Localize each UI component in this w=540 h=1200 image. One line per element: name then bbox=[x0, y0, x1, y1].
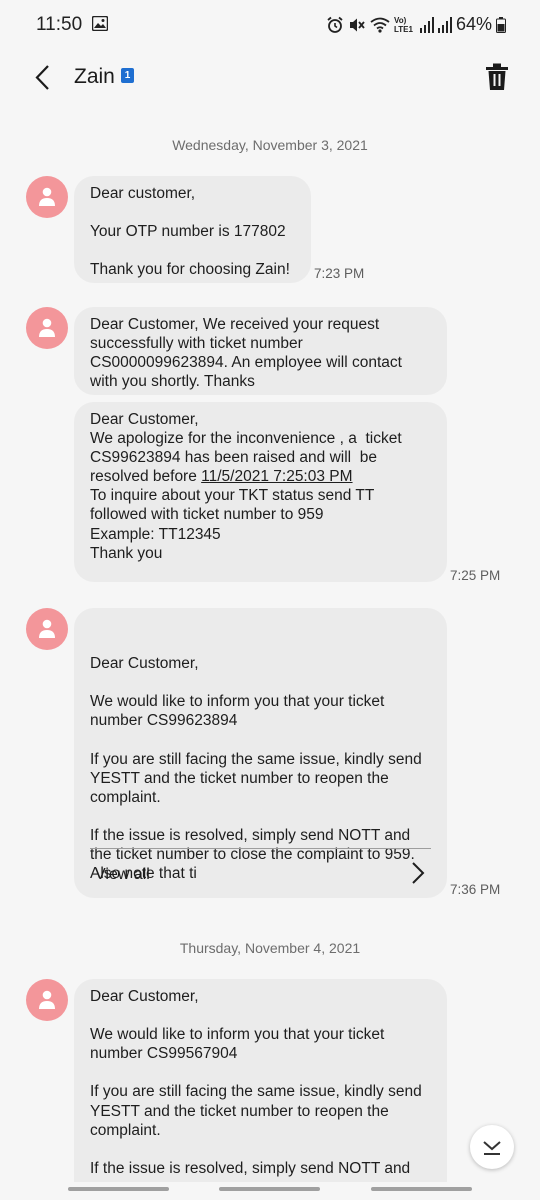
person-icon bbox=[39, 318, 55, 337]
avatar[interactable] bbox=[26, 176, 68, 218]
back-arrow-icon bbox=[35, 65, 49, 90]
message-bubble[interactable]: Dear Customer, We would like to inform y… bbox=[74, 979, 447, 1182]
person-icon bbox=[39, 619, 55, 638]
signal-icon bbox=[419, 16, 434, 33]
nav-handle bbox=[371, 1187, 472, 1191]
alarm-icon bbox=[326, 16, 344, 34]
message-time: 7:36 PM bbox=[450, 882, 501, 897]
message-bubble[interactable]: Dear Customer, We received your request … bbox=[74, 307, 447, 395]
message-time: 7:25 PM bbox=[450, 568, 501, 583]
avatar[interactable] bbox=[26, 608, 68, 650]
nav-handle bbox=[219, 1187, 320, 1191]
person-icon bbox=[39, 990, 55, 1009]
conversation-header: Zain 1 bbox=[0, 50, 540, 106]
status-time: 11:50 bbox=[36, 14, 83, 35]
date-separator: Thursday, November 4, 2021 bbox=[179, 940, 361, 956]
nav-handle bbox=[68, 1187, 169, 1191]
avatar[interactable] bbox=[26, 307, 68, 349]
person-icon bbox=[39, 187, 55, 206]
battery-icon bbox=[496, 16, 506, 33]
date-separator: Wednesday, November 3, 2021 bbox=[172, 137, 368, 153]
message-bubble[interactable]: Dear customer, Your OTP number is 177802… bbox=[74, 176, 311, 283]
chevron-right-icon[interactable] bbox=[411, 861, 425, 885]
signal-icon-2 bbox=[437, 16, 452, 33]
message-bubble[interactable]: Dear Customer, We apologize for the inco… bbox=[74, 402, 447, 582]
status-bar: 11:50 Vo) LTE1 64% bbox=[0, 0, 540, 50]
sim-badge: 1 bbox=[121, 68, 134, 83]
date-link[interactable]: 11/5/2021 7:25:03 PM bbox=[201, 468, 352, 485]
divider bbox=[90, 848, 431, 849]
gallery-icon bbox=[91, 15, 109, 36]
network-type-label: Vo) LTE1 bbox=[393, 15, 413, 34]
chevron-down-icon bbox=[483, 1141, 501, 1155]
back-button[interactable] bbox=[28, 62, 60, 94]
status-icons: Vo) LTE1 64% bbox=[326, 14, 506, 35]
view-all-button[interactable]: View all bbox=[95, 865, 150, 884]
message-text: To inquire about your TKT status send TT… bbox=[90, 487, 375, 562]
contact-name: Zain bbox=[74, 65, 115, 88]
wifi-icon bbox=[370, 17, 390, 33]
mute-icon bbox=[348, 16, 366, 34]
message-bubble[interactable]: Dear Customer, We would like to inform y… bbox=[74, 608, 447, 898]
scroll-to-bottom-button[interactable] bbox=[470, 1125, 514, 1169]
battery-percent: 64% bbox=[455, 14, 492, 34]
message-time: 7:23 PM bbox=[314, 266, 365, 281]
trash-icon bbox=[486, 63, 508, 90]
avatar[interactable] bbox=[26, 979, 68, 1021]
message-text: Dear Customer, We would like to inform y… bbox=[90, 655, 422, 883]
delete-button[interactable] bbox=[484, 62, 510, 92]
